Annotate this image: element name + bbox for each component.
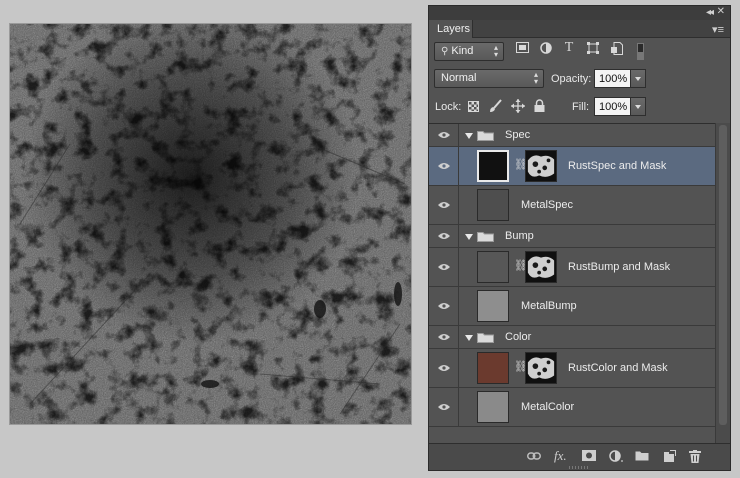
kind-label: Kind (451, 45, 474, 57)
layer-mask-thumbnail[interactable] (525, 251, 557, 283)
layer-rustbump[interactable]: ⛓ RustBump and Mask (429, 248, 715, 287)
panel-menu-icon[interactable]: ▾≡ (712, 23, 724, 36)
close-panel-icon[interactable]: ✕ (717, 6, 725, 17)
layer-name: MetalBump (521, 300, 577, 312)
expand-group-icon[interactable] (465, 234, 473, 240)
layer-list-scrollbar[interactable] (715, 123, 730, 443)
search-icon: ⚲ (441, 46, 449, 57)
layer-name: RustSpec and Mask (568, 160, 667, 172)
kind-filter-dropdown[interactable]: ⚲ Kind ▴ ▾ (434, 42, 504, 61)
folder-icon (477, 131, 494, 141)
type-filter-icon[interactable]: T (560, 40, 578, 56)
layer-rustcolor[interactable]: ⛓ RustColor and Mask (429, 349, 715, 388)
stepper-icon: ▴ ▾ (493, 43, 498, 59)
mask-link-icon[interactable]: ⛓ (514, 360, 528, 374)
panel-tab-row: Layers ▾≡ (429, 20, 730, 38)
layer-group-bump[interactable]: Bump (429, 225, 715, 248)
layer-thumbnail[interactable] (477, 251, 509, 283)
layer-metalbump[interactable]: MetalBump (429, 287, 715, 326)
layer-thumbnail[interactable] (477, 352, 509, 384)
layer-thumbnail[interactable] (477, 150, 509, 182)
collapse-panel-icon[interactable]: ◂◂ (706, 7, 714, 18)
lock-all-icon[interactable] (534, 99, 545, 116)
expand-group-icon[interactable] (465, 335, 473, 341)
lock-row: Lock: Fill: 100% (429, 96, 730, 120)
stepper-icon: ▴ ▾ (533, 70, 538, 86)
visibility-toggle[interactable] (429, 248, 459, 286)
lock-label: Lock: (435, 101, 462, 113)
opacity-label: Opacity: (551, 73, 592, 85)
filter-row: ⚲ Kind ▴ ▾ T (429, 40, 730, 64)
group-name: Spec (505, 129, 531, 141)
layer-mask-thumbnail[interactable] (525, 150, 557, 182)
document-canvas[interactable] (10, 24, 411, 424)
new-layer-icon[interactable] (663, 450, 676, 464)
layer-metalspec[interactable]: MetalSpec (429, 186, 715, 225)
shape-filter-icon[interactable] (584, 42, 602, 58)
visibility-toggle[interactable] (429, 287, 459, 325)
panel-resize-grip[interactable] (569, 466, 589, 469)
add-mask-icon[interactable] (582, 450, 596, 464)
fill-slider-button[interactable] (630, 97, 646, 116)
layer-name: MetalColor (521, 401, 575, 413)
fill-field[interactable]: 100% (594, 97, 631, 116)
visibility-toggle[interactable] (429, 349, 459, 387)
layer-name: RustBump and Mask (568, 261, 671, 273)
visibility-toggle[interactable] (429, 186, 459, 224)
fx-icon[interactable]: fx. (554, 448, 567, 463)
layer-thumbnail[interactable] (477, 189, 509, 221)
visibility-toggle[interactable] (429, 326, 459, 348)
visibility-toggle[interactable] (429, 388, 459, 426)
smart-object-filter-icon[interactable] (608, 42, 626, 58)
expand-group-icon[interactable] (465, 133, 473, 139)
image-filter-icon[interactable] (513, 42, 531, 58)
link-layers-icon[interactable] (527, 450, 541, 464)
visibility-toggle[interactable] (429, 225, 459, 247)
layer-name: MetalSpec (521, 199, 573, 211)
lock-pixels-icon[interactable] (489, 99, 503, 116)
new-group-icon[interactable] (635, 450, 649, 464)
layer-rustspec[interactable]: ⛓ RustSpec and Mask (429, 147, 715, 186)
layer-group-color[interactable]: Color (429, 326, 715, 349)
layers-panel: ◂◂ ✕ Layers ▾≡ ⚲ Kind ▴ ▾ T Normal ▴ ▾ O… (428, 5, 731, 471)
panel-title-bar: ◂◂ ✕ (429, 6, 730, 20)
blend-row: Normal ▴ ▾ Opacity: 100% (429, 68, 730, 92)
blend-mode-dropdown[interactable]: Normal ▴ ▾ (434, 69, 544, 88)
group-name: Bump (505, 230, 534, 242)
mask-link-icon[interactable]: ⛓ (514, 259, 528, 273)
fill-label: Fill: (572, 101, 590, 113)
rust-texture-image (10, 24, 411, 424)
layer-name: RustColor and Mask (568, 362, 668, 374)
visibility-toggle[interactable] (429, 124, 459, 146)
folder-icon (477, 333, 494, 343)
visibility-toggle[interactable] (429, 147, 459, 185)
adjustment-filter-icon[interactable] (537, 42, 555, 58)
scrollbar-thumb[interactable] (719, 125, 727, 425)
filter-toggle-switch[interactable] (637, 43, 644, 60)
trash-icon[interactable] (689, 450, 701, 464)
layer-group-spec[interactable]: Spec (429, 124, 715, 147)
layer-list: Spec ⛓ RustSpec and Mask MetalSpec Bump … (429, 123, 715, 443)
layer-thumbnail[interactable] (477, 391, 509, 423)
panel-bottom-bar: fx. (429, 443, 730, 470)
group-name: Color (505, 331, 532, 343)
opacity-field[interactable]: 100% (594, 69, 631, 88)
layer-metalcolor[interactable]: MetalColor (429, 388, 715, 427)
blend-mode-value: Normal (441, 72, 477, 84)
folder-icon (477, 232, 494, 242)
mask-link-icon[interactable]: ⛓ (514, 158, 528, 172)
lock-transparency-icon[interactable] (468, 101, 479, 112)
layer-thumbnail[interactable] (477, 290, 509, 322)
layer-mask-thumbnail[interactable] (525, 352, 557, 384)
opacity-slider-button[interactable] (630, 69, 646, 88)
tab-layers[interactable]: Layers (429, 20, 473, 38)
lock-position-icon[interactable] (511, 99, 525, 116)
adjustment-layer-icon[interactable] (609, 450, 623, 464)
